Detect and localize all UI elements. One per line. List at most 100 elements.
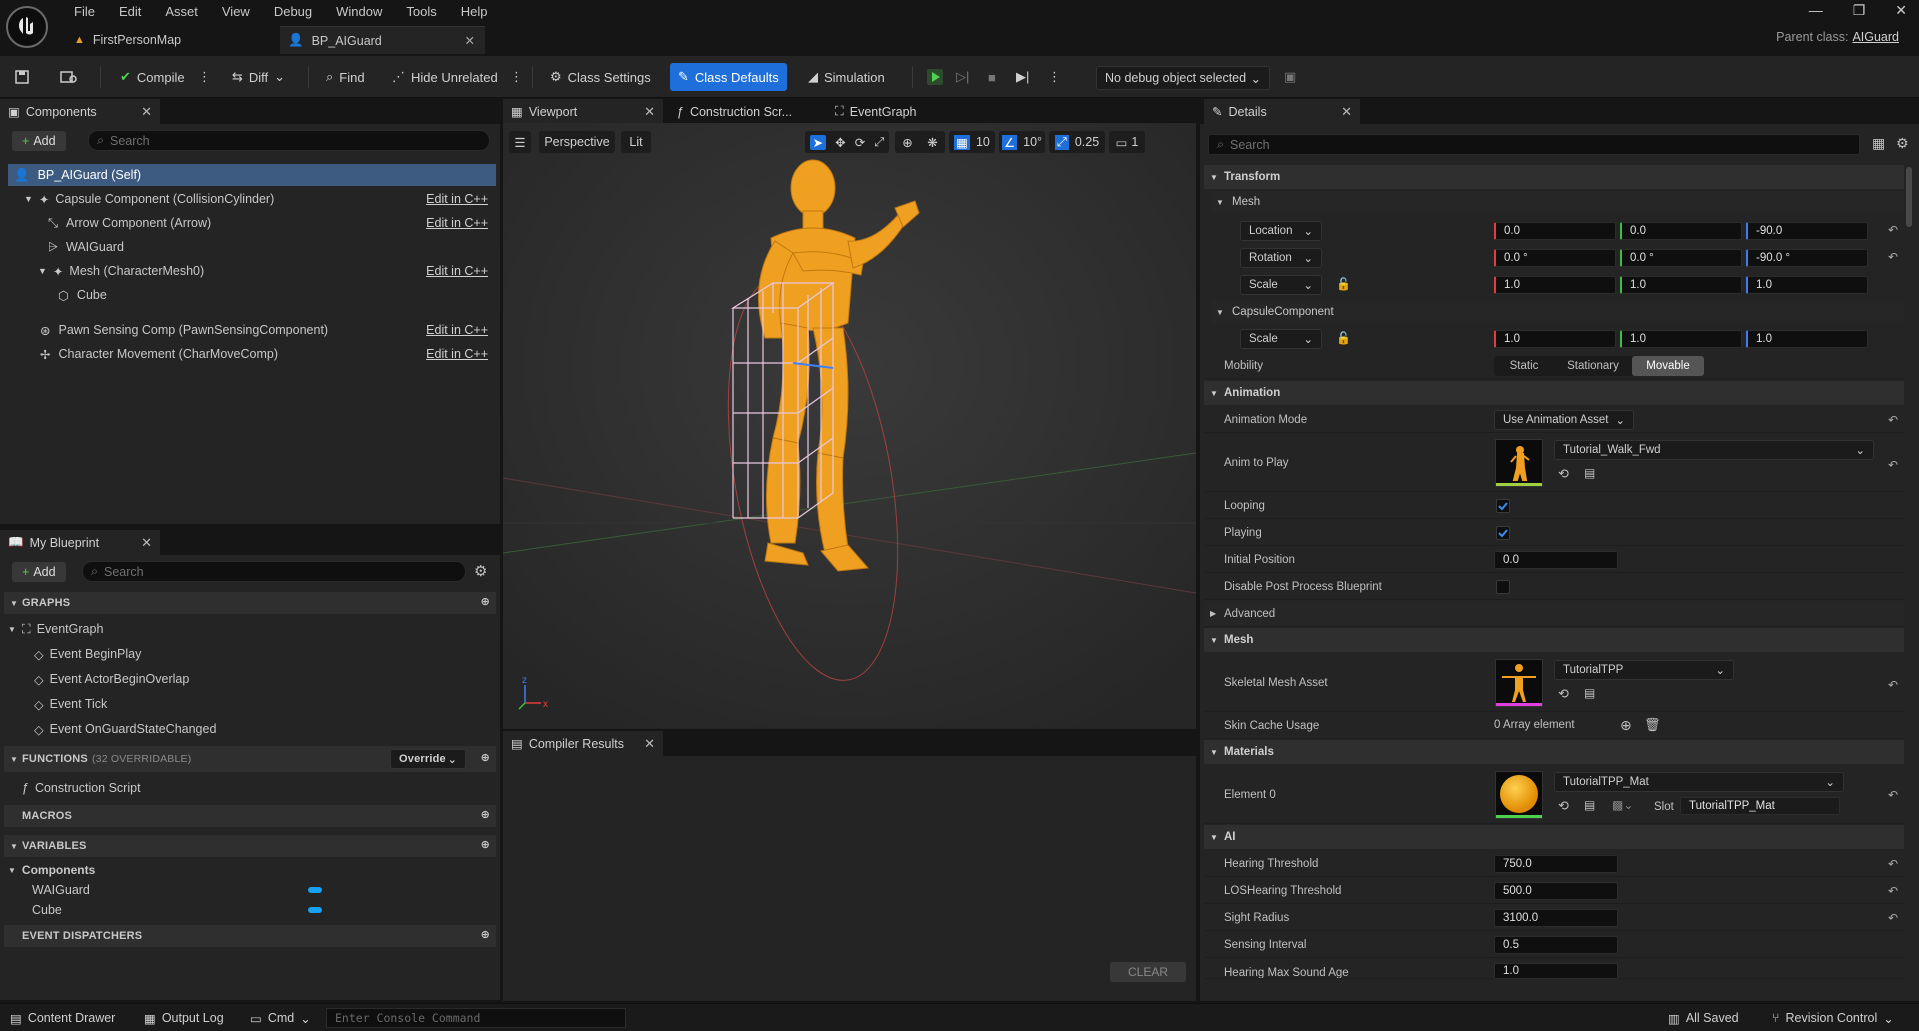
playing-checkbox[interactable] xyxy=(1496,526,1510,540)
subcategory-capsule[interactable]: ▼ CapsuleComponent xyxy=(1212,301,1904,323)
menu-file[interactable]: File xyxy=(62,0,107,24)
grid-snap-button[interactable]: ▦ 10 xyxy=(949,131,995,153)
section-event-dispatchers[interactable]: EVENT DISPATCHERS ⊕ xyxy=(4,925,496,947)
category-animation[interactable]: ▼ Animation xyxy=(1204,381,1904,405)
output-log-button[interactable]: ▦ Output Log xyxy=(144,1009,224,1027)
hearing-max-age-field[interactable]: 1.0 xyxy=(1494,963,1618,979)
unreal-logo-icon[interactable] xyxy=(6,6,48,48)
gear-icon[interactable]: ⚙ xyxy=(1896,135,1909,152)
all-saved-button[interactable]: ▥ All Saved xyxy=(1668,1009,1739,1027)
reset-icon[interactable]: ↶ xyxy=(1888,884,1898,898)
capsule-scale-x-field[interactable]: 1.0 xyxy=(1494,330,1616,348)
skeletal-mesh-thumbnail[interactable] xyxy=(1495,659,1543,707)
add-component-button[interactable]: + Add xyxy=(12,131,66,151)
revision-control-button[interactable]: ⑂ Revision Control ⌄ xyxy=(1772,1009,1894,1027)
variable-item[interactable]: Cube xyxy=(32,900,62,920)
debug-object-select[interactable]: No debug object selected ⌄ xyxy=(1096,66,1270,90)
sight-radius-field[interactable]: 3100.0 xyxy=(1494,909,1618,927)
reset-icon[interactable]: ↶ xyxy=(1888,678,1898,692)
edit-in-cpp-link[interactable]: Edit in C++ xyxy=(426,347,488,361)
category-transform[interactable]: ▼ Transform xyxy=(1204,165,1904,189)
tab-eventgraph[interactable]: ⛶ EventGraph xyxy=(827,99,947,124)
rotation-y-field[interactable]: 0.0 ° xyxy=(1620,249,1742,267)
perspective-button[interactable]: Perspective xyxy=(539,131,615,153)
rotate-icon[interactable]: ⟳ xyxy=(855,135,865,150)
tab-details[interactable]: ✎ Details ✕ xyxy=(1204,99,1360,124)
los-hearing-field[interactable]: 500.0 xyxy=(1494,882,1618,900)
location-y-field[interactable]: 0.0 xyxy=(1620,222,1742,240)
tab-construction-script[interactable]: ƒ Construction Scr... xyxy=(669,99,819,124)
material-dropdown[interactable]: TutorialTPP_Mat ⌄ xyxy=(1554,772,1844,792)
close-icon[interactable]: ✕ xyxy=(644,736,655,752)
checker-icon[interactable]: ▩⌄ xyxy=(1612,798,1633,812)
diff-button[interactable]: ⇆ Diff ⌄ xyxy=(224,63,293,91)
close-icon[interactable]: ✕ xyxy=(141,104,152,120)
scale-dropdown[interactable]: Scale ⌄ xyxy=(1240,275,1322,295)
more-options-icon[interactable]: ⋮ xyxy=(508,63,525,91)
camera-speed-button[interactable]: ▭ 1 xyxy=(1109,131,1145,153)
tree-item-arrow[interactable]: ⤡ Arrow Component (Arrow) Edit in C++ xyxy=(8,212,496,234)
tab-compiler-results[interactable]: ▤ Compiler Results ✕ xyxy=(503,731,663,756)
compile-options-icon[interactable]: ⋮ xyxy=(196,63,213,91)
advanced-row[interactable]: ▶ Advanced xyxy=(1204,601,1904,627)
tree-item-pawn-sensing[interactable]: ⊛ Pawn Sensing Comp (PawnSensingComponent… xyxy=(8,319,496,341)
slot-field[interactable]: TutorialTPP_Mat xyxy=(1680,797,1840,815)
browse-asset-icon[interactable]: ▤ xyxy=(1584,466,1595,480)
edit-in-cpp-link[interactable]: Edit in C++ xyxy=(426,264,488,278)
use-selected-icon[interactable]: ⟲ xyxy=(1558,686,1569,702)
rotation-z-field[interactable]: -90.0 ° xyxy=(1746,249,1868,267)
reset-icon[interactable]: ↶ xyxy=(1888,413,1898,427)
capsule-scale-z-field[interactable]: 1.0 xyxy=(1746,330,1868,348)
hide-unrelated-button[interactable]: ⋰ Hide Unrelated xyxy=(384,63,506,91)
parent-class-link[interactable]: AIGuard xyxy=(1852,30,1899,44)
doc-tab-firstpersonmap[interactable]: ▲ FirstPersonMap xyxy=(70,26,270,54)
select-icon[interactable]: ➤ xyxy=(809,134,827,150)
reset-icon[interactable]: ↶ xyxy=(1888,250,1898,264)
cmd-dropdown[interactable]: ▭ Cmd ⌄ xyxy=(250,1009,311,1027)
console-input[interactable]: Enter Console Command xyxy=(326,1008,626,1028)
scale-x-field[interactable]: 1.0 xyxy=(1494,276,1616,294)
hearing-threshold-field[interactable]: 750.0 xyxy=(1494,855,1618,873)
anim-to-play-dropdown[interactable]: Tutorial_Walk_Fwd ⌄ xyxy=(1554,440,1874,460)
find-button[interactable]: ⌕ Find xyxy=(318,63,373,91)
tree-item-character-movement[interactable]: ✢ Character Movement (CharMoveComp) Edit i… xyxy=(8,343,496,365)
browse-asset-icon[interactable]: ▤ xyxy=(1584,686,1595,700)
location-dropdown[interactable]: Location ⌄ xyxy=(1240,221,1322,241)
add-member-button[interactable]: + Add xyxy=(12,562,66,582)
scale-icon[interactable]: ⤢ xyxy=(874,135,884,150)
add-circle-icon[interactable]: ⊕ xyxy=(481,928,490,941)
event-item[interactable]: ◇ Event Tick xyxy=(34,694,107,714)
override-dropdown[interactable]: Override ⌄ xyxy=(390,749,466,769)
details-search-input[interactable]: ⌕ Search xyxy=(1208,134,1860,155)
tab-my-blueprint[interactable]: 📖 My Blueprint ✕ xyxy=(0,530,160,555)
rotation-x-field[interactable]: 0.0 ° xyxy=(1494,249,1616,267)
tab-viewport[interactable]: ▦ Viewport ✕ xyxy=(503,99,663,124)
scale-y-field[interactable]: 1.0 xyxy=(1620,276,1742,294)
disable-post-process-checkbox[interactable] xyxy=(1496,580,1510,594)
reset-icon[interactable]: ↶ xyxy=(1888,857,1898,871)
clear-button[interactable]: CLEAR xyxy=(1110,962,1186,982)
table-view-icon[interactable]: ▦ xyxy=(1872,135,1885,152)
stop-icon[interactable]: ■ xyxy=(984,63,1000,91)
doc-tab-bp-aiguard[interactable]: 👤 BP_AIGuard ✕ xyxy=(280,26,485,54)
3d-viewport[interactable]: x z ☰ Perspective Lit ➤ ✥ ⟳ ⤢ ⊕ ❋ ▦ 10 ∠ 1… xyxy=(503,123,1196,728)
edit-in-cpp-link[interactable]: Edit in C++ xyxy=(426,192,488,206)
initial-position-field[interactable]: 0.0 xyxy=(1494,551,1618,569)
capsule-scale-y-field[interactable]: 1.0 xyxy=(1620,330,1742,348)
add-circle-icon[interactable]: ⊕ xyxy=(481,751,490,764)
details-scrollbar[interactable] xyxy=(1906,167,1912,227)
tree-item-self[interactable]: 👤 BP_AIGuard (Self) xyxy=(8,164,496,186)
gear-icon[interactable]: ⚙ xyxy=(474,562,487,580)
add-circle-icon[interactable]: ⊕ xyxy=(481,838,490,851)
trash-icon[interactable]: 🗑 xyxy=(1644,717,1661,733)
menu-asset[interactable]: Asset xyxy=(153,0,210,24)
capsule-scale-dropdown[interactable]: Scale ⌄ xyxy=(1240,329,1322,349)
world-icon[interactable]: ⊕ xyxy=(902,135,912,150)
close-window-icon[interactable]: ✕ xyxy=(1895,2,1907,19)
menu-view[interactable]: View xyxy=(210,0,262,24)
edit-in-cpp-link[interactable]: Edit in C++ xyxy=(426,323,488,337)
class-settings-button[interactable]: ⚙ Class Settings xyxy=(542,63,659,91)
event-item[interactable]: ◇ Event BeginPlay xyxy=(34,644,141,664)
graph-item-eventgraph[interactable]: ▼ ⛶ EventGraph xyxy=(8,619,103,639)
function-item-construction-script[interactable]: ƒ Construction Script xyxy=(22,778,141,798)
